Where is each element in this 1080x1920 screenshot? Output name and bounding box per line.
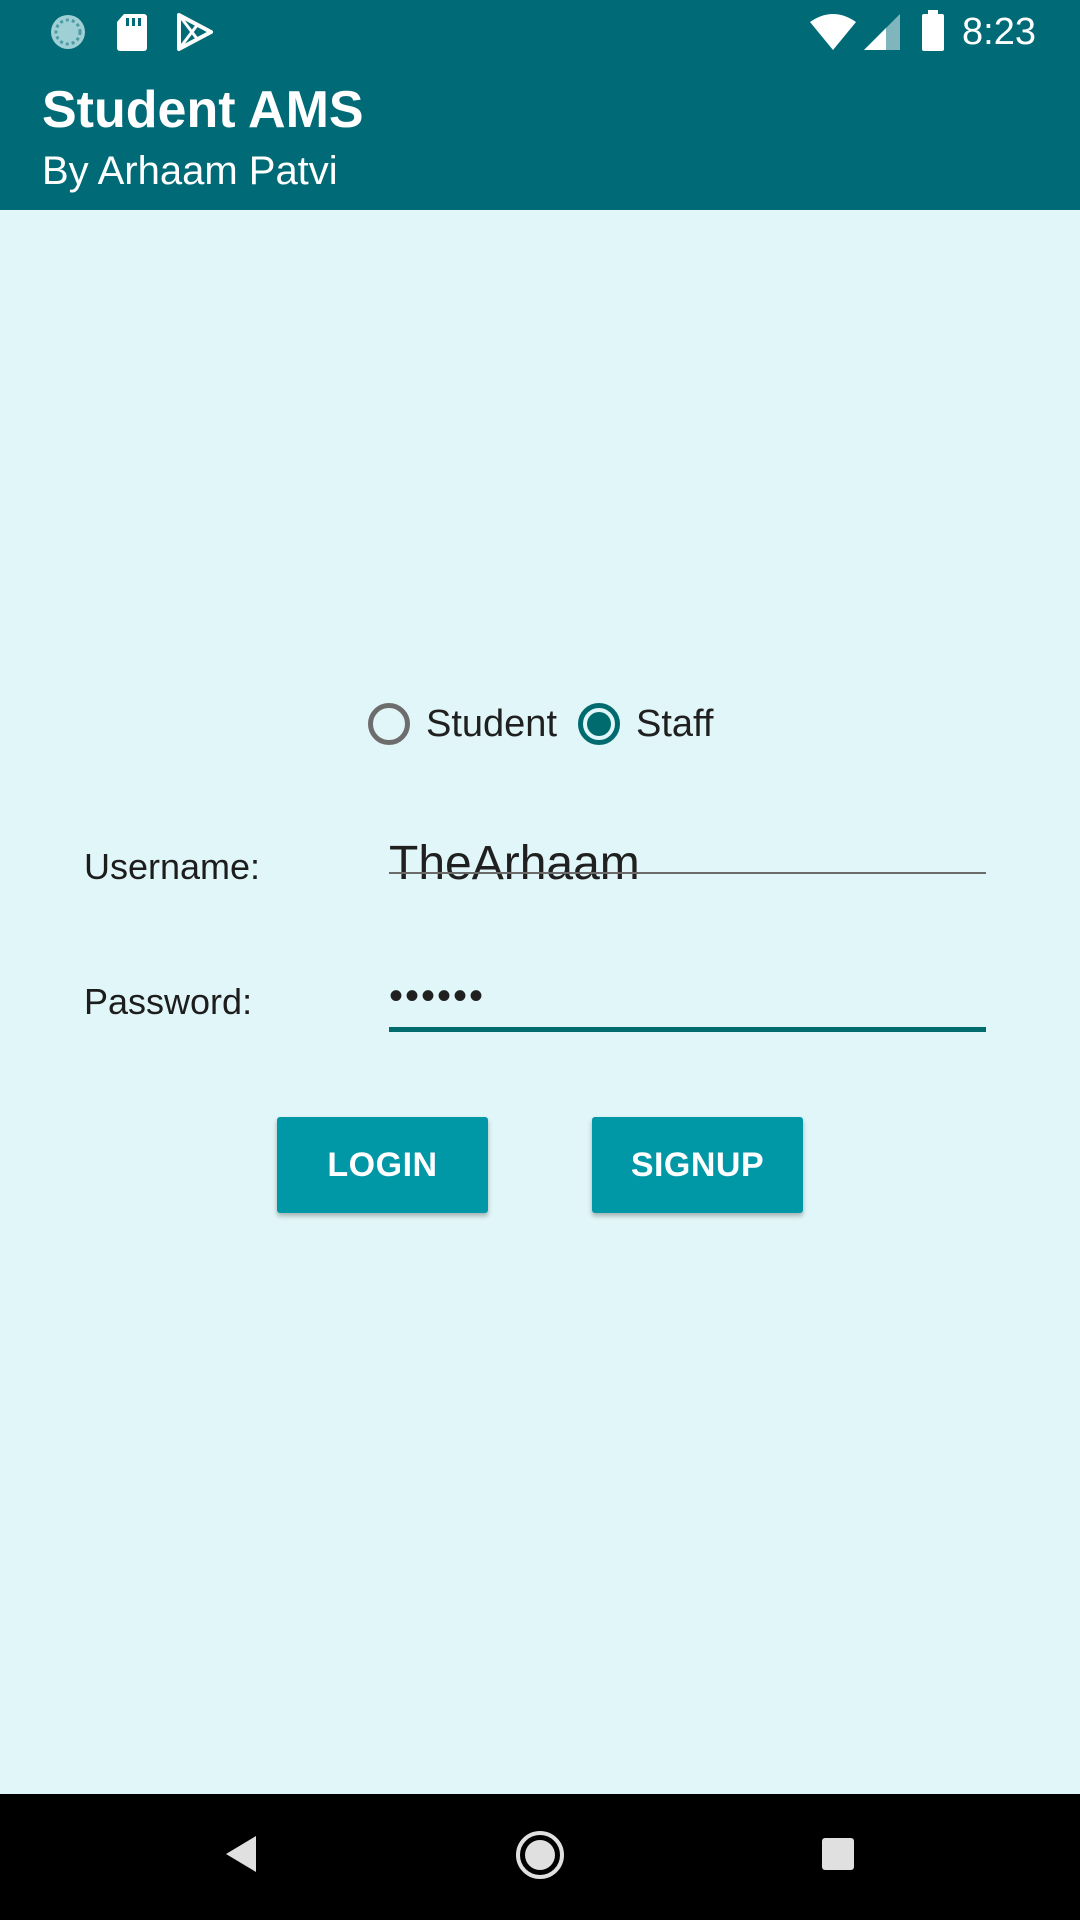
app-subtitle: By Arhaam Patvi xyxy=(42,149,338,193)
signup-button[interactable]: SIGNUP xyxy=(592,1117,803,1213)
username-label: Username: xyxy=(84,846,261,887)
play-store-icon xyxy=(176,12,214,57)
radio-unchecked-icon[interactable] xyxy=(368,703,410,745)
radio-checked-icon[interactable] xyxy=(578,703,620,745)
cell-signal-icon xyxy=(862,12,902,57)
radio-student[interactable]: Student xyxy=(368,697,557,751)
username-underline xyxy=(389,872,986,874)
password-label: Password: xyxy=(84,981,253,1022)
password-field[interactable]: •••••• xyxy=(389,972,986,1042)
login-button[interactable]: LOGIN xyxy=(277,1117,488,1213)
home-icon[interactable] xyxy=(514,1829,566,1886)
sync-icon xyxy=(46,12,90,57)
status-time: 8:23 xyxy=(962,11,1036,53)
radio-student-label: Student xyxy=(426,702,557,745)
wifi-icon xyxy=(808,12,858,57)
password-underline xyxy=(389,1027,986,1032)
password-value: •••••• xyxy=(389,974,486,1018)
radio-staff-label: Staff xyxy=(636,702,714,745)
navigation-bar xyxy=(0,1794,1080,1920)
radio-staff[interactable]: Staff xyxy=(578,697,713,751)
username-value: TheArhaam xyxy=(389,837,640,890)
app-bar: Student AMS By Arhaam Patvi xyxy=(0,64,1080,210)
status-bar: 8:23 xyxy=(0,0,1080,64)
recents-icon[interactable] xyxy=(821,1837,855,1876)
username-field[interactable]: TheArhaam xyxy=(389,834,986,904)
battery-icon xyxy=(920,10,946,57)
sd-card-icon xyxy=(114,12,150,57)
back-icon[interactable] xyxy=(222,1834,258,1879)
app-title: Student AMS xyxy=(42,81,364,139)
